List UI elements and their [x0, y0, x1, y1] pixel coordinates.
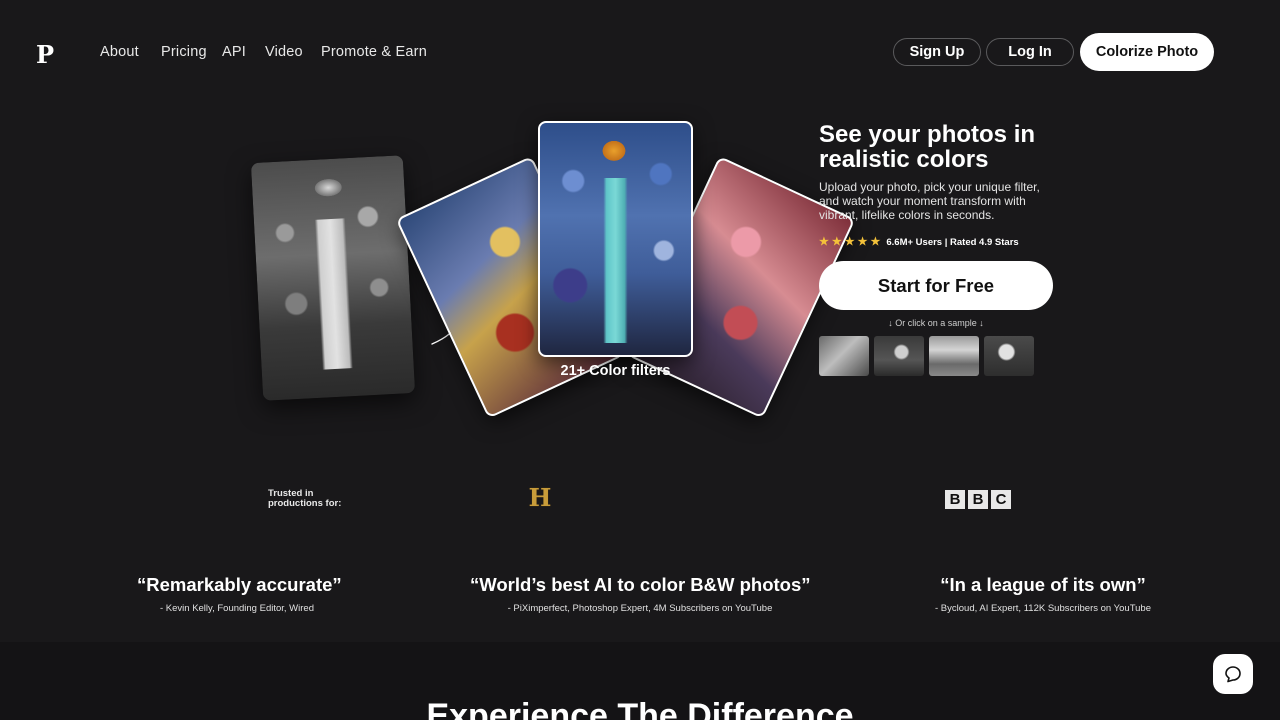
bw-photo-card — [250, 155, 416, 401]
chat-button[interactable] — [1213, 654, 1253, 694]
testimonial: “Remarkably accurate” - Kevin Kelly, Fou… — [137, 574, 342, 614]
sample-thumbnail-4[interactable] — [984, 336, 1034, 376]
start-for-free-button[interactable]: Start for Free — [819, 261, 1053, 310]
star-icon: ★ — [844, 236, 855, 248]
bbc-letter: C — [991, 490, 1011, 509]
hero-description: Upload your photo, pick your unique filt… — [819, 180, 1040, 222]
star-icon: ★ — [870, 236, 881, 248]
filter-preview-center — [538, 121, 693, 357]
sample-thumbnail-2[interactable] — [874, 336, 924, 376]
bbc-logo: B B C — [945, 490, 1011, 509]
rating: ★ ★ ★ ★ ★ 6.6M+ Users | Rated 4.9 Stars — [819, 236, 1019, 249]
testimonial: “World’s best AI to color B&W photos” - … — [470, 574, 811, 614]
testimonial-author: - PiXimperfect, Photoshop Expert, 4M Sub… — [507, 603, 773, 614]
star-icon: ★ — [819, 236, 829, 248]
bbc-letter: B — [945, 490, 965, 509]
sample-thumbnail-1[interactable] — [819, 336, 869, 376]
testimonial-quote: “Remarkably accurate” — [137, 574, 342, 595]
hero-title: See your photos in realistic colors — [819, 121, 1036, 173]
sample-thumbnail-3[interactable] — [929, 336, 979, 376]
log-in-button[interactable]: Log In — [986, 38, 1074, 66]
chat-bubble-icon — [1225, 666, 1241, 683]
nav-api[interactable]: API — [222, 44, 246, 60]
sign-up-button[interactable]: Sign Up — [893, 38, 981, 66]
testimonial-quote: “In a league of its own” — [940, 574, 1146, 595]
testimonial-author: - Bycloud, AI Expert, 112K Subscribers o… — [935, 603, 1151, 614]
colorize-photo-button[interactable]: Colorize Photo — [1080, 33, 1214, 71]
testimonial: “In a league of its own” - Bycloud, AI E… — [923, 574, 1163, 614]
nav-video[interactable]: Video — [265, 44, 303, 60]
star-icon: ★ — [857, 236, 868, 248]
star-icon: ★ — [831, 236, 842, 248]
testimonial-author: - Kevin Kelly, Founding Editor, Wired — [159, 603, 314, 614]
logo[interactable]: P — [36, 40, 54, 69]
testimonial-quote: “World’s best AI to color B&W photos” — [470, 574, 811, 595]
filters-caption: 21+ Color filters — [560, 363, 671, 379]
nav-about[interactable]: About — [100, 44, 139, 60]
nav-pricing[interactable]: Pricing — [161, 44, 207, 60]
sample-hint: ↓ Or click on a sample ↓ — [888, 318, 984, 328]
section-title: Experience The Difference — [426, 697, 854, 720]
trusted-label: Trusted in productions for: — [268, 488, 342, 509]
rating-text: 6.6M+ Users | Rated 4.9 Stars — [886, 237, 1019, 248]
bbc-letter: B — [968, 490, 988, 509]
nav-promote-earn[interactable]: Promote & Earn — [321, 44, 427, 60]
history-channel-logo: H — [528, 483, 552, 512]
